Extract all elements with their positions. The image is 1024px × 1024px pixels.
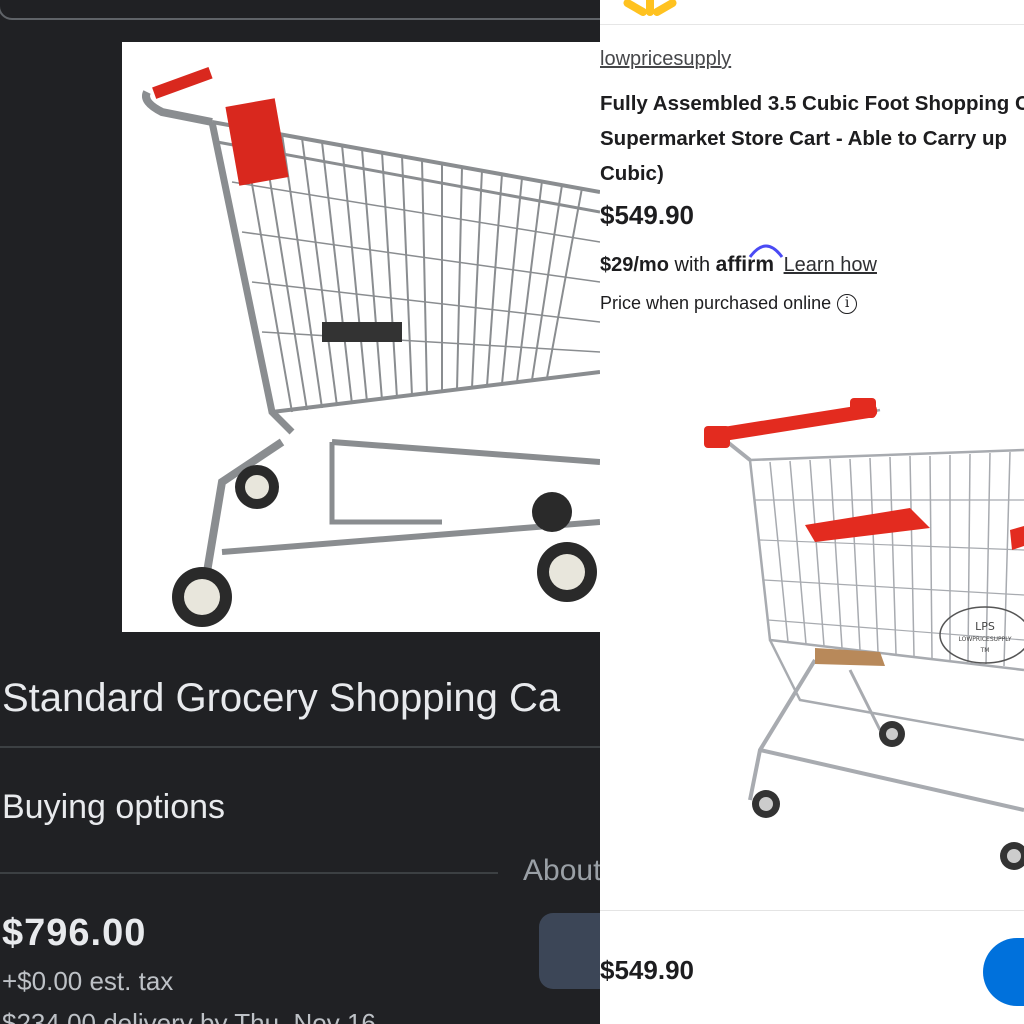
product-image-red-handle-cart[interactable]: LPS LOWPRICESUPPLY TM bbox=[600, 380, 1024, 880]
about-link[interactable]: About bbox=[523, 854, 600, 888]
affirm-monthly: $29/mo bbox=[600, 254, 669, 276]
price-note-text: Price when purchased online bbox=[600, 293, 832, 313]
info-icon[interactable]: i bbox=[837, 294, 858, 315]
affirm-financing: $29/mo with affirm Learn how bbox=[600, 244, 877, 277]
header-divider bbox=[600, 24, 1024, 25]
product-title[interactable]: Standard Grocery Shopping Ca bbox=[2, 676, 560, 721]
logo-text-brand: LOWPRICESUPPLY bbox=[959, 636, 1012, 643]
add-to-cart-button[interactable] bbox=[983, 938, 1024, 1006]
bottom-bar-price: $549.90 bbox=[600, 955, 694, 985]
walmart-product-panel: lowpricesupply Fully Assembled 3.5 Cubic… bbox=[600, 0, 1024, 1024]
seller-link[interactable]: lowpricesupply bbox=[600, 48, 731, 71]
search-bar[interactable] bbox=[0, 0, 600, 20]
buying-options-heading: Buying options bbox=[2, 788, 226, 826]
google-shopping-panel: Standard Grocery Shopping Ca Buying opti… bbox=[0, 0, 600, 1024]
title-line: Cubic) bbox=[600, 162, 664, 185]
price-note: Price when purchased online i bbox=[600, 293, 858, 315]
product-title: Fully Assembled 3.5 Cubic Foot Shopping … bbox=[600, 86, 1024, 191]
offer-delivery: $234.00 delivery by Thu, Nov 16 bbox=[2, 1008, 376, 1024]
divider bbox=[0, 746, 600, 748]
affirm-arc-icon bbox=[748, 244, 783, 258]
gray-cart-illustration bbox=[142, 67, 600, 627]
chrome-cart-illustration: LPS LOWPRICESUPPLY TM bbox=[704, 398, 1024, 870]
logo-text-tm: TM bbox=[980, 647, 990, 654]
affirm-logo: affirm bbox=[716, 244, 783, 276]
logo-text-lps: LPS bbox=[975, 620, 995, 633]
bottom-bar-divider bbox=[600, 910, 1024, 911]
affirm-with: with bbox=[674, 254, 711, 276]
visit-site-button[interactable] bbox=[539, 913, 600, 989]
offer-price: $796.00 bbox=[2, 912, 147, 954]
walmart-spark-icon[interactable] bbox=[618, 0, 682, 25]
product-price: $549.90 bbox=[600, 200, 694, 230]
title-line: Fully Assembled 3.5 Cubic Foot Shopping … bbox=[600, 92, 1024, 115]
divider bbox=[0, 872, 498, 874]
learn-how-link[interactable]: Learn how bbox=[784, 254, 877, 276]
product-image-gray-cart[interactable] bbox=[122, 42, 600, 632]
offer-tax: +$0.00 est. tax bbox=[2, 966, 174, 996]
title-line: Supermarket Store Cart - Able to Carry u… bbox=[600, 127, 1008, 150]
